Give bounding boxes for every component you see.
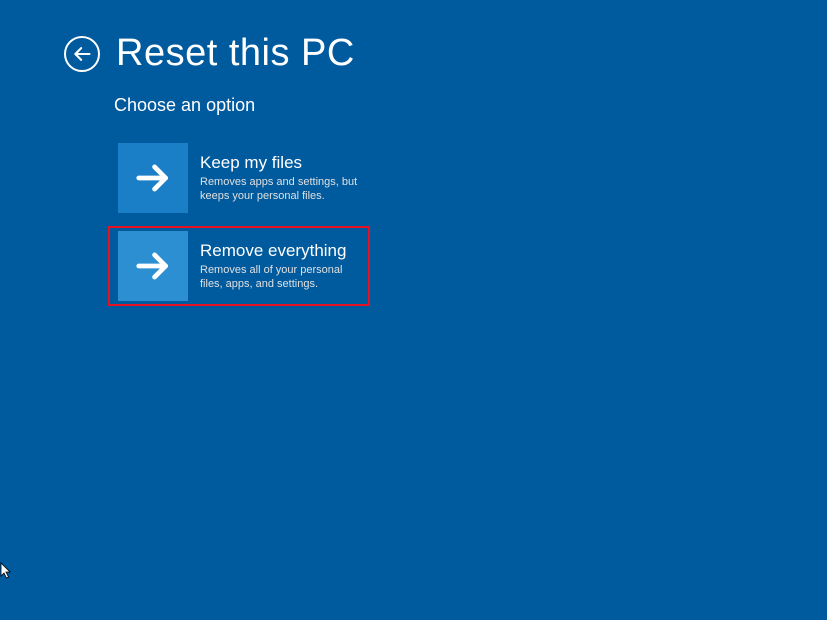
- option-text: Keep my files Removes apps and settings,…: [200, 153, 360, 204]
- option-text: Remove everything Removes all of your pe…: [200, 241, 360, 292]
- subtitle: Choose an option: [0, 75, 827, 116]
- cursor-icon: [0, 562, 14, 580]
- option-remove-everything[interactable]: Remove everything Removes all of your pe…: [108, 226, 370, 306]
- page-title: Reset this PC: [116, 32, 355, 75]
- arrow-right-icon: [118, 231, 188, 301]
- back-arrow-icon: [72, 44, 92, 64]
- arrow-right-icon: [118, 143, 188, 213]
- option-title: Keep my files: [200, 153, 360, 173]
- option-description: Removes all of your personal files, apps…: [200, 263, 360, 292]
- option-title: Remove everything: [200, 241, 360, 261]
- header: Reset this PC: [0, 0, 827, 75]
- option-description: Removes apps and settings, but keeps you…: [200, 175, 360, 204]
- option-keep-my-files[interactable]: Keep my files Removes apps and settings,…: [108, 138, 370, 218]
- back-button[interactable]: [64, 36, 100, 72]
- options-list: Keep my files Removes apps and settings,…: [0, 116, 827, 306]
